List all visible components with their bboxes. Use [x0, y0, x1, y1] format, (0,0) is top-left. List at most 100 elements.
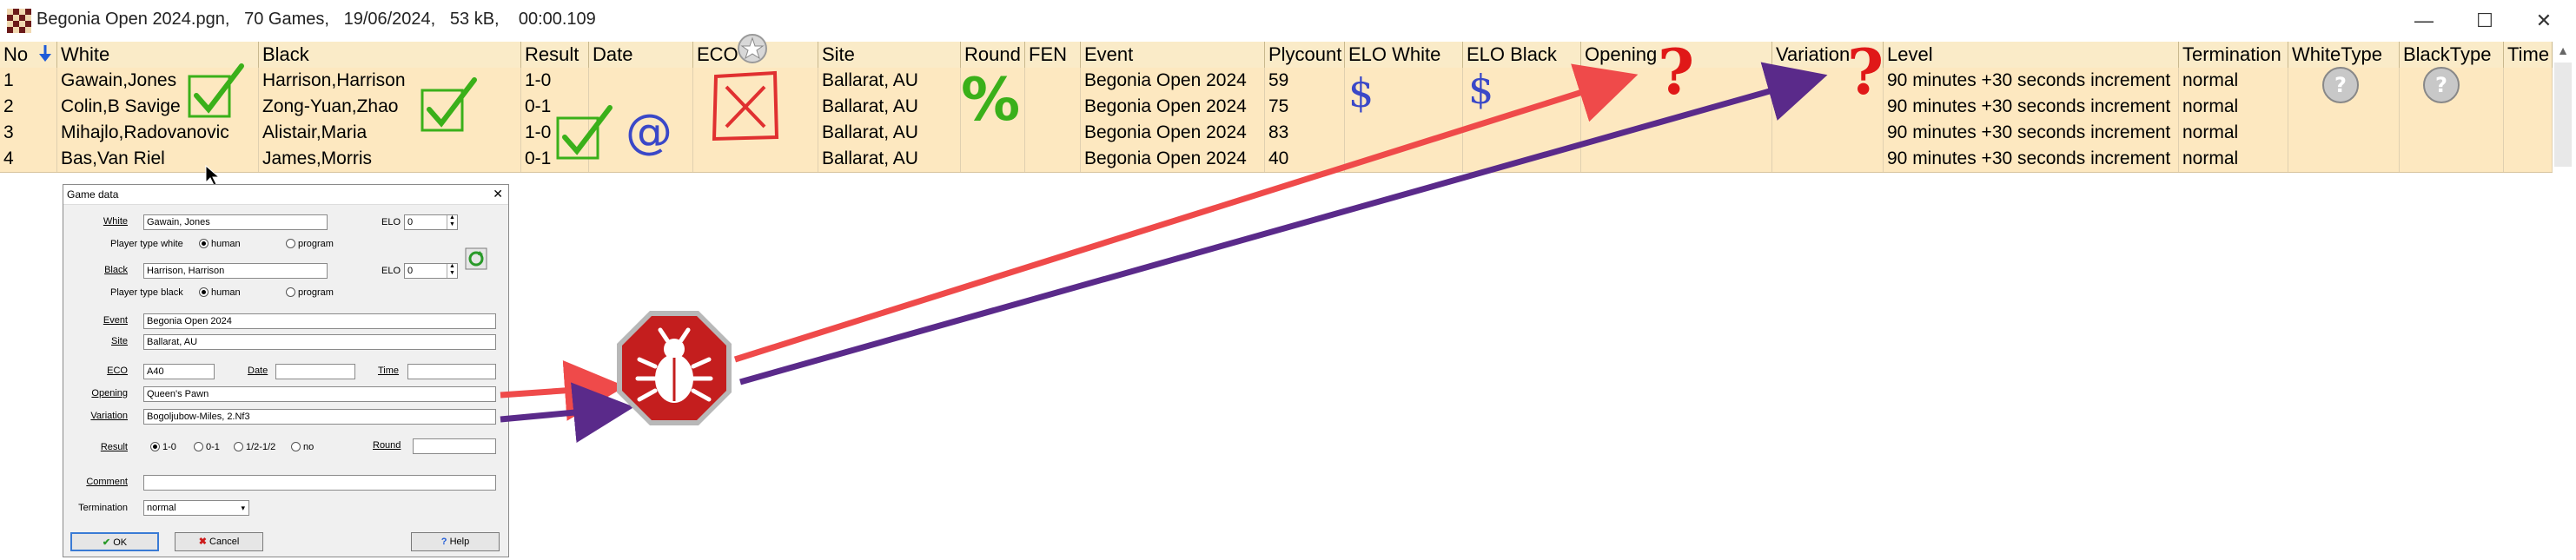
table-row[interactable]: 1 Gawain,Jones Harrison,Harrison 1-0 Bal… [0, 68, 2553, 95]
termination-label: Termination [78, 503, 128, 513]
termination-select[interactable]: normal ▾ [143, 500, 249, 516]
column-header-elo-black[interactable]: ELO Black [1463, 42, 1581, 68]
black-program-label: program [298, 287, 334, 298]
column-header-black[interactable]: Black [259, 42, 521, 68]
date-label: Date [248, 366, 268, 376]
table-row[interactable]: 3 Mihajlo,Radovanovic Alistair,Maria 1-0… [0, 120, 2553, 147]
time-field[interactable] [407, 364, 496, 379]
eco-field[interactable]: A40 [143, 364, 215, 379]
cell-elo-black [1463, 68, 1581, 94]
cell-whitetype [2288, 68, 2400, 94]
column-header-elo-white[interactable]: ELO White [1345, 42, 1463, 68]
white-program-radio[interactable] [286, 239, 295, 248]
cell-variation [1772, 68, 1884, 94]
close-button[interactable]: ✕ [2518, 3, 2570, 38]
column-header-no[interactable]: No [0, 42, 57, 68]
swap-players-button[interactable] [465, 247, 487, 273]
cell-variation [1772, 94, 1884, 120]
cell-opening [1581, 120, 1772, 146]
cell-fen [1025, 68, 1081, 94]
column-header-eco[interactable]: ECO [693, 42, 818, 68]
site-field[interactable]: Ballarat, AU [143, 334, 496, 350]
table-row[interactable]: 4 Bas,Van Riel James,Morris 0-1 Ballarat… [0, 146, 2553, 173]
cell-level: 90 minutes +30 seconds increment [1884, 68, 2179, 94]
column-header-level[interactable]: Level [1884, 42, 2179, 68]
dialog-titlebar: Game data ✕ [63, 185, 508, 205]
cell-no: 3 [0, 120, 57, 146]
check-icon: ✔ [102, 537, 111, 548]
column-header-termination[interactable]: Termination [2179, 42, 2288, 68]
comment-label: Comment [86, 477, 128, 487]
cell-no: 1 [0, 68, 57, 94]
event-field[interactable]: Begonia Open 2024 [143, 313, 496, 329]
chessboard-app-icon [7, 9, 31, 33]
column-header-site[interactable]: Site [818, 42, 961, 68]
white-human-radio[interactable] [199, 239, 209, 248]
termination-value: normal [147, 503, 176, 513]
cell-termination: normal [2179, 146, 2288, 172]
cell-white: Mihajlo,Radovanovic [57, 120, 259, 146]
comment-field[interactable] [143, 475, 496, 491]
cell-opening [1581, 94, 1772, 120]
result-0-1-label: 0-1 [206, 442, 220, 452]
cell-plycount: 83 [1265, 120, 1345, 146]
table-row[interactable]: 2 Colin,B Savige Zong-Yuan,Zhao 0-1 Ball… [0, 94, 2553, 121]
column-header-result[interactable]: Result [521, 42, 589, 68]
ok-button[interactable]: ✔ OK [70, 532, 159, 551]
cell-variation [1772, 146, 1884, 172]
cell-white: Gawain,Jones [57, 68, 259, 94]
white-elo-field[interactable]: 0 ▲ ▼ [404, 214, 458, 230]
result-draw-radio[interactable] [234, 442, 243, 451]
black-elo-spinner[interactable]: ▲ ▼ [447, 264, 457, 278]
black-name-field[interactable]: Harrison, Harrison [143, 263, 328, 279]
cell-result: 0-1 [521, 146, 589, 172]
cell-opening [1581, 146, 1772, 172]
round-field[interactable] [413, 438, 496, 454]
black-human-label: human [211, 287, 241, 298]
scroll-up-arrow[interactable]: ▲ [2553, 43, 2573, 63]
column-header-variation[interactable]: Variation [1772, 42, 1884, 68]
black-elo-field[interactable]: 0 ▲ ▼ [404, 263, 458, 279]
opening-field[interactable]: Queen's Pawn [143, 386, 496, 402]
column-header-opening[interactable]: Opening [1581, 42, 1772, 68]
black-program-radio[interactable] [286, 287, 295, 297]
variation-field[interactable]: Bogoljubow-Miles, 2.Nf3 [143, 409, 496, 425]
cell-level: 90 minutes +30 seconds increment [1884, 94, 2179, 120]
window-titlebar: Begonia Open 2024.pgn, 70 Games, 19/06/2… [0, 0, 2576, 42]
white-elo-spinner[interactable]: ▲ ▼ [447, 215, 457, 229]
cell-black: Harrison,Harrison [259, 68, 521, 94]
variation-to-bug-arrow [500, 382, 634, 444]
cell-eco [693, 94, 818, 120]
black-human-radio[interactable] [199, 287, 209, 297]
question-icon: ? [440, 537, 447, 547]
cell-elo-white [1345, 146, 1463, 172]
result-1-0-radio[interactable] [150, 442, 160, 451]
cell-site: Ballarat, AU [818, 68, 961, 94]
help-button[interactable]: ? Help [411, 532, 500, 551]
column-header-plycount[interactable]: Plycount [1265, 42, 1345, 68]
round-label: Round [373, 440, 401, 451]
cell-elo-white [1345, 120, 1463, 146]
cell-termination: normal [2179, 68, 2288, 94]
column-header-white[interactable]: White [57, 42, 259, 68]
column-header-time[interactable]: Time [2504, 42, 2553, 68]
date-field[interactable] [275, 364, 355, 379]
cell-result: 1-0 [521, 68, 589, 94]
cell-result: 0-1 [521, 94, 589, 120]
result-no-radio[interactable] [291, 442, 301, 451]
column-header-fen[interactable]: FEN [1025, 42, 1081, 68]
cell-site: Ballarat, AU [818, 94, 961, 120]
result-0-1-radio[interactable] [194, 442, 203, 451]
column-header-round[interactable]: Round [961, 42, 1025, 68]
maximize-button[interactable]: ☐ [2459, 3, 2511, 38]
white-name-field[interactable]: Gawain, Jones [143, 214, 328, 230]
cross-icon: ✖ [198, 537, 207, 547]
cancel-button[interactable]: ✖ Cancel [175, 532, 263, 551]
minimize-button[interactable]: — [2398, 3, 2450, 38]
dialog-close-button[interactable]: ✕ [493, 187, 503, 201]
column-header-whitetype[interactable]: WhiteType [2288, 42, 2400, 68]
column-header-blacktype[interactable]: BlackType [2400, 42, 2504, 68]
vertical-scrollbar[interactable] [2554, 63, 2572, 167]
column-header-date[interactable]: Date [589, 42, 693, 68]
column-header-event[interactable]: Event [1081, 42, 1265, 68]
